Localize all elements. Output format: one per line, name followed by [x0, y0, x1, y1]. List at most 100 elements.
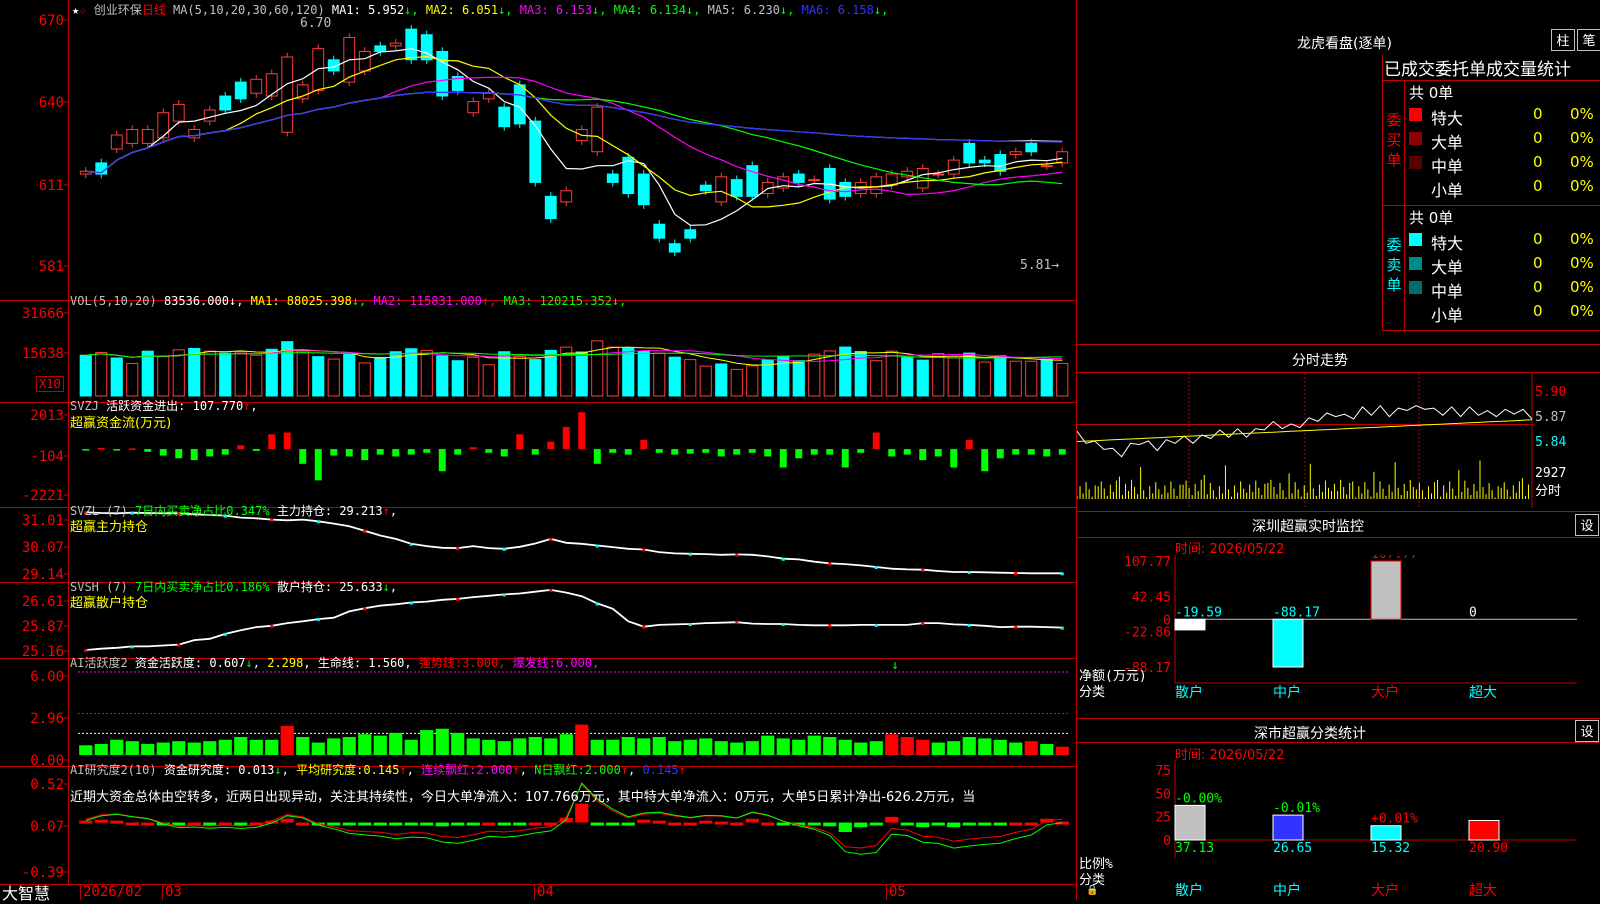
- candle: [265, 73, 278, 97]
- order-row: 特大 0 0%: [1407, 105, 1600, 128]
- lhb-tab[interactable]: 委托单: [1435, 60, 1486, 79]
- order-type-label: 大单: [1431, 258, 1464, 277]
- research-bar: [110, 820, 124, 824]
- volume-bar: [513, 356, 526, 397]
- svzl-line-tick: [1014, 572, 1018, 576]
- vol-ma-line-5: [85, 346, 1063, 366]
- lhb-tab[interactable]: 已成交: [1384, 60, 1435, 79]
- activity-bar: [389, 732, 403, 755]
- period-label[interactable]: 日线: [142, 3, 166, 17]
- activity-bar: [110, 739, 124, 755]
- svzj-bar: [1027, 449, 1035, 455]
- y-tick-label: 15638: [22, 346, 64, 362]
- activity-bar: [373, 735, 387, 755]
- volume-bar: [684, 359, 697, 397]
- research-bar: [606, 822, 620, 826]
- activity-bar: [528, 737, 542, 755]
- monitor-bar: [1174, 618, 1206, 631]
- svzj-bar: [82, 449, 90, 451]
- classify-y-tick: 25: [1155, 811, 1171, 826]
- volume-bar: [653, 352, 666, 397]
- color-swatch: [1409, 156, 1422, 169]
- monitor-settings-button[interactable]: 设: [1575, 514, 1599, 536]
- research-bar: [404, 822, 418, 826]
- y-tick-label: 6.00: [30, 669, 64, 685]
- candle: [513, 84, 526, 125]
- order-pct: 0%: [1570, 105, 1594, 123]
- svsh-net-ratio: 7日内买卖净占比0.186%: [135, 580, 270, 594]
- svzj-bar: [438, 449, 446, 472]
- volume-bar: [467, 356, 480, 397]
- research-bar: [714, 821, 728, 825]
- order-pct: 0%: [1570, 177, 1594, 195]
- volume-bar: [234, 351, 247, 397]
- volume-bar: [312, 356, 325, 397]
- svsh-line-tick: [921, 622, 925, 626]
- order-row: 大单 0 0%: [1407, 129, 1600, 152]
- research-bar: [466, 822, 480, 826]
- research-bar: [1024, 822, 1038, 826]
- lhb-tab[interactable]: 统计: [1537, 60, 1571, 79]
- svzl-line-tick: [1060, 572, 1064, 576]
- y-tick-label: 30.07: [22, 540, 64, 556]
- activity-bar: [156, 742, 170, 755]
- activity-bar: [482, 739, 496, 755]
- order-count: 0: [1533, 153, 1543, 171]
- svsh-line-tick: [1060, 626, 1064, 630]
- order-type-label: 中单: [1431, 157, 1464, 176]
- classify-settings-button[interactable]: 设: [1575, 720, 1599, 742]
- svzj-bar: [392, 449, 400, 457]
- order-row: 特大 0 0%: [1407, 230, 1600, 253]
- stock-name: 创业环保: [93, 3, 142, 17]
- vol-header: VOL(5,10,20) 83536.000↓, MA1: 88025.398↓…: [70, 294, 627, 308]
- intraday-chart[interactable]: 5.90 5.87 5.84 2927 分时: [1077, 373, 1600, 511]
- research-bar: [730, 822, 744, 826]
- activity-bar: [79, 745, 93, 755]
- activity-bar: [203, 741, 217, 755]
- lhb-tab[interactable]: 成交量: [1486, 60, 1537, 79]
- research-bar: [528, 822, 542, 826]
- svzl-line-tick: [828, 562, 832, 566]
- svzj-bar: [795, 449, 803, 459]
- svzj-bar: [423, 449, 431, 453]
- bar-mode-button[interactable]: 柱: [1551, 29, 1575, 51]
- vol-ma-value-2: MA2: 115831.000: [373, 294, 482, 308]
- research-bar: [234, 822, 248, 826]
- research-bar: [435, 822, 449, 827]
- activity-bar: [854, 742, 868, 755]
- volume-bar: [172, 349, 185, 397]
- order-pct: 0%: [1570, 153, 1594, 171]
- activity-bar: [559, 734, 573, 755]
- svzj-bar: [624, 449, 632, 455]
- volume-bar: [141, 350, 154, 397]
- activity-bar: [342, 737, 356, 755]
- monitor-category: 大户: [1371, 684, 1399, 701]
- order-row: 中单 0 0%: [1407, 278, 1600, 301]
- svsh-chart: [84, 588, 1064, 652]
- activity-bar: [885, 734, 899, 755]
- activity-bar: [962, 737, 976, 755]
- svzj-bar: [190, 449, 198, 461]
- ai2-header: AI活跃度2 资金活跃度: 0.607↓, 2.298, 生命线: 1.560,…: [70, 656, 600, 670]
- research-bar: [575, 803, 589, 823]
- candle: [110, 134, 123, 150]
- ma-line-10: [85, 55, 1063, 208]
- svzl-line: [85, 511, 1063, 575]
- candle: [870, 176, 883, 195]
- y-tick-label: 0.52: [30, 777, 64, 793]
- monitor-y-unit: 净额(万元): [1079, 669, 1147, 684]
- lhb-tabs: 已成交委托单成交量统计: [1384, 55, 1600, 79]
- pin-icon[interactable]: ☆: [79, 3, 86, 17]
- volume-bar: [219, 352, 232, 397]
- activity-bar: [575, 724, 589, 755]
- monitor-y-tick: -22.86: [1124, 626, 1171, 641]
- svsh-line-tick: [735, 621, 739, 625]
- svzl-line-tick: [967, 571, 971, 575]
- classify-bar-value: 15.32: [1371, 841, 1410, 856]
- color-swatch: [1409, 233, 1422, 246]
- volume-bar: [730, 368, 743, 397]
- candle: [467, 101, 480, 114]
- svzj-bar: [671, 449, 679, 455]
- tick-mode-button[interactable]: 笔: [1577, 29, 1600, 51]
- activity-bar: [606, 739, 620, 755]
